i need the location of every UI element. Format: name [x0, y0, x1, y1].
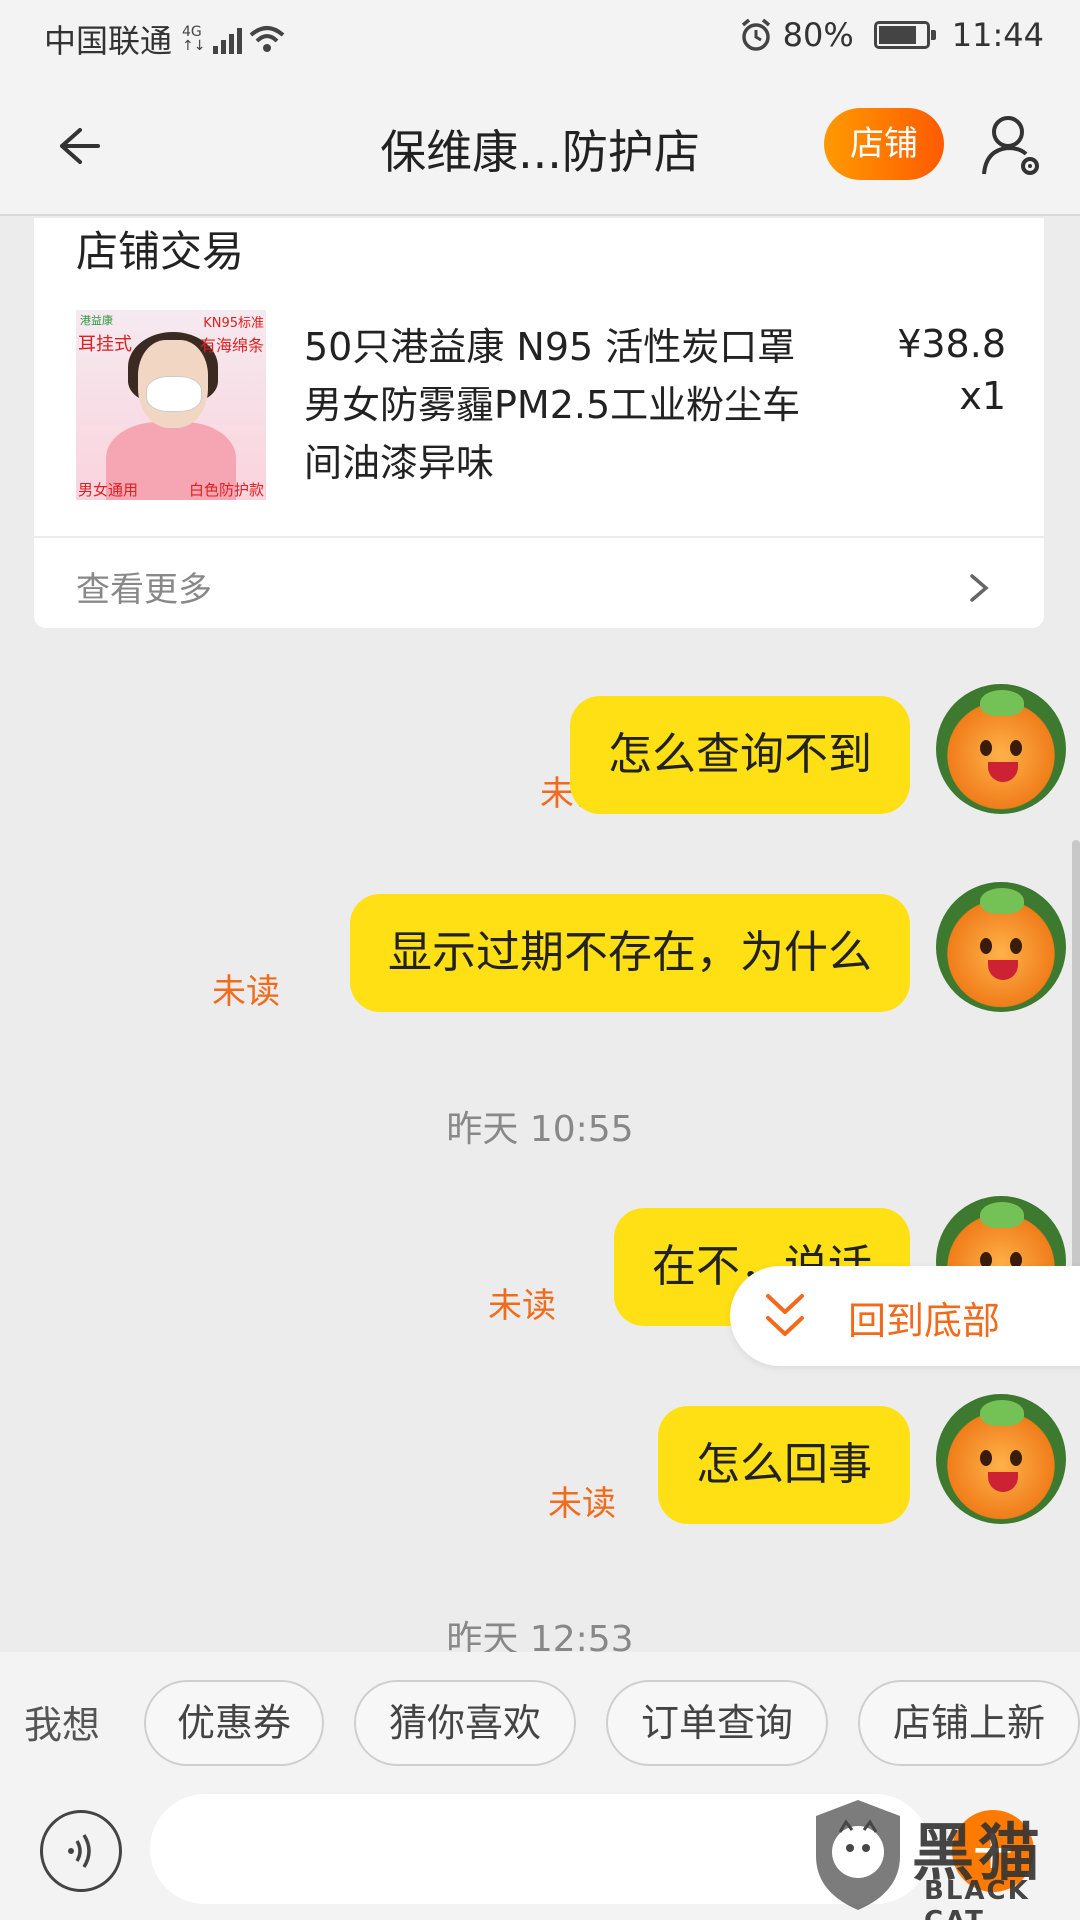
product-quantity: x1 — [959, 374, 1006, 418]
back-to-bottom-button[interactable]: 回到底部 — [730, 1266, 1080, 1366]
timestamp: 昨天 12:53 — [446, 1619, 634, 1652]
chevron-right-icon[interactable] — [964, 568, 994, 608]
quick-reply-bar: 我想 优惠券 猜你喜欢 订单查询 店铺上新 — [0, 1652, 1080, 1790]
signal-icon — [213, 24, 243, 54]
product-price-block: ¥38.8 x1 — [897, 318, 1006, 422]
shop-button[interactable]: 店铺 — [824, 108, 944, 180]
image-text-white: 白色防护款 — [188, 481, 264, 499]
chat-area[interactable]: 店铺交易 港益康 耳挂式 KN95标准 有海绵条 男女通用 白色防护款 50只港… — [0, 218, 1080, 1652]
battery-percent: 80% — [782, 16, 854, 54]
watermark-en: BLACK CAT — [924, 1876, 1030, 1920]
watermark: 黑猫 BLACK CAT — [800, 1790, 1080, 1920]
message-row: 未读 怎么查询不到 — [0, 684, 1080, 826]
order-card[interactable]: 店铺交易 港益康 耳挂式 KN95标准 有海绵条 男女通用 白色防护款 50只港… — [34, 218, 1044, 628]
avatar[interactable] — [936, 882, 1066, 1012]
message-row: 未读 显示过期不存在，为什么 — [0, 882, 1080, 1024]
chip-new-arrivals[interactable]: 店铺上新 — [858, 1680, 1080, 1766]
timestamp: 昨天 10:55 — [446, 1109, 634, 1150]
voice-input-button[interactable] — [40, 1810, 122, 1892]
product-name[interactable]: 50只港益康 N95 活性炭口罩男女防雾霾PM2.5工业粉尘车间油漆异味 — [304, 318, 804, 492]
alarm-icon — [741, 18, 770, 51]
view-more-link[interactable]: 查看更多 — [76, 562, 212, 611]
message-bubble[interactable]: 怎么回事 — [658, 1406, 910, 1524]
black-cat-logo — [816, 1800, 900, 1910]
divider — [34, 536, 1044, 538]
unread-status: 未读 — [548, 1484, 616, 1524]
chip-coupon[interactable]: 优惠券 — [144, 1680, 324, 1766]
chip-recommend[interactable]: 猜你喜欢 — [354, 1680, 576, 1766]
battery-icon — [873, 21, 936, 49]
order-card-title: 店铺交易 — [76, 227, 245, 276]
unread-status: 未读 — [212, 972, 280, 1012]
network-type: 4G ↑↓ — [182, 24, 206, 54]
avatar[interactable] — [936, 1394, 1066, 1524]
chat-header: 保维康...防护店 店铺 — [0, 76, 1080, 216]
quick-reply-label: 我想 — [24, 1703, 101, 1747]
avatar[interactable] — [936, 684, 1066, 814]
unread-status: 未读 — [488, 1286, 556, 1326]
wifi-icon — [250, 26, 285, 52]
message-bubble[interactable]: 怎么查询不到 — [570, 696, 910, 814]
user-settings-icon[interactable] — [980, 110, 1044, 180]
back-to-bottom-label: 回到底部 — [848, 1299, 1001, 1343]
message-row: 未读 怎么回事 — [0, 1394, 1080, 1536]
image-text-ear-loop: 耳挂式 — [78, 334, 132, 355]
image-text-standard: KN95标准 — [203, 316, 264, 331]
image-text-sponge: 有海绵条 — [199, 336, 264, 355]
carrier-label: 中国联通 — [44, 22, 173, 60]
clock: 11:44 — [951, 16, 1044, 54]
chip-order-query[interactable]: 订单查询 — [606, 1680, 828, 1766]
status-bar: 中国联通 4G ↑↓ 80% 11:44 — [0, 0, 1080, 76]
double-chevron-down-icon — [766, 1294, 804, 1336]
message-bubble[interactable]: 显示过期不存在，为什么 — [350, 894, 910, 1012]
status-left: 中国联通 4G ↑↓ — [44, 16, 286, 62]
image-text-unisex: 男女通用 — [78, 481, 139, 499]
product-image[interactable]: 港益康 耳挂式 KN95标准 有海绵条 男女通用 白色防护款 — [76, 310, 266, 500]
voice-icon — [68, 1834, 91, 1868]
image-brand-text: 港益康 — [80, 314, 113, 327]
product-price: ¥38.8 — [897, 322, 1006, 366]
status-right: 80% 11:44 — [739, 16, 1044, 54]
